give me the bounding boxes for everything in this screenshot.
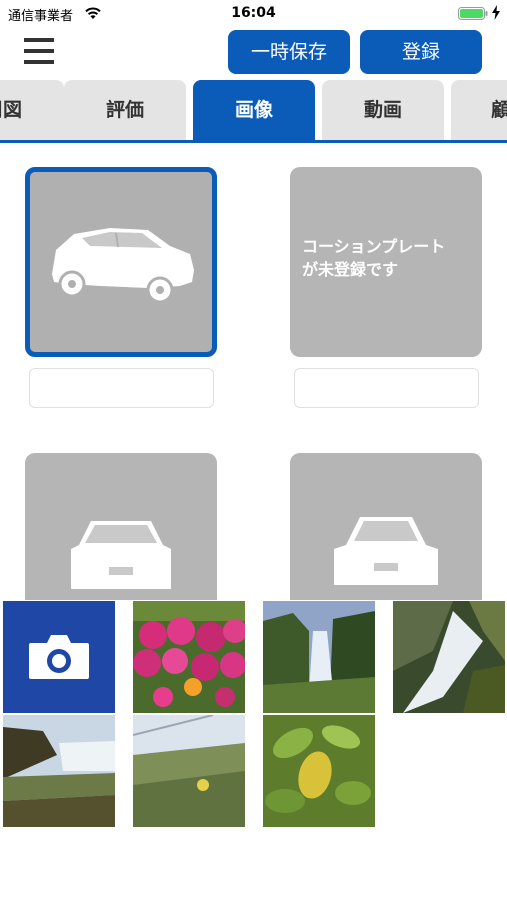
message-line-2: が未登録です [302, 260, 399, 279]
flowers-photo [133, 601, 245, 713]
caption-field[interactable] [29, 368, 214, 408]
status-bar: 通信事業者 16:04 [0, 0, 507, 26]
leaves-photo [263, 715, 375, 827]
coastal-waterfall-photo [3, 715, 115, 827]
photo-thumbnail[interactable] [133, 715, 245, 827]
camera-button[interactable] [3, 601, 115, 713]
image-picker [0, 600, 507, 900]
photo-thumbnail[interactable] [133, 601, 245, 713]
clock: 16:04 [231, 5, 276, 21]
car-rear-silhouette-icon [334, 517, 438, 585]
cascade-photo [393, 601, 505, 713]
message-line-1: コーションプレート [302, 237, 446, 256]
photo-slot-caution-plate[interactable]: コーションプレート が未登録です [290, 167, 482, 357]
temp-save-button[interactable]: 一時保存 [228, 30, 350, 74]
photo-slot-car-rear[interactable] [290, 453, 482, 603]
register-button[interactable]: 登録 [360, 30, 482, 74]
photo-thumbnail[interactable] [393, 601, 505, 713]
tab-partial-left[interactable]: 周図 [0, 80, 64, 140]
tab-partial-right[interactable]: 顧 [451, 80, 507, 140]
photo-slot-car-side[interactable] [25, 167, 217, 357]
caption-field[interactable] [294, 368, 479, 408]
photo-thumbnail[interactable] [3, 715, 115, 827]
car-side-silhouette-icon [52, 228, 194, 304]
grass-dune-photo [133, 715, 245, 827]
photo-slot-car-front[interactable] [25, 453, 217, 603]
battery-icon [458, 7, 488, 20]
photo-thumbnail[interactable] [263, 715, 375, 827]
tab-bar: 周図 評価 画像 動画 顧 [0, 80, 507, 142]
caution-plate-message: コーションプレート が未登録です [302, 235, 445, 281]
tab-underline [0, 140, 507, 143]
photo-thumbnail[interactable] [263, 601, 375, 713]
car-front-silhouette-icon [71, 521, 171, 589]
tab-evaluation[interactable]: 評価 [64, 80, 186, 140]
waterfall-valley-photo [263, 601, 375, 713]
charging-icon [492, 5, 500, 20]
tab-images[interactable]: 画像 [193, 80, 315, 140]
tab-video[interactable]: 動画 [322, 80, 444, 140]
hamburger-menu-icon[interactable] [24, 38, 54, 66]
camera-icon [29, 635, 89, 679]
